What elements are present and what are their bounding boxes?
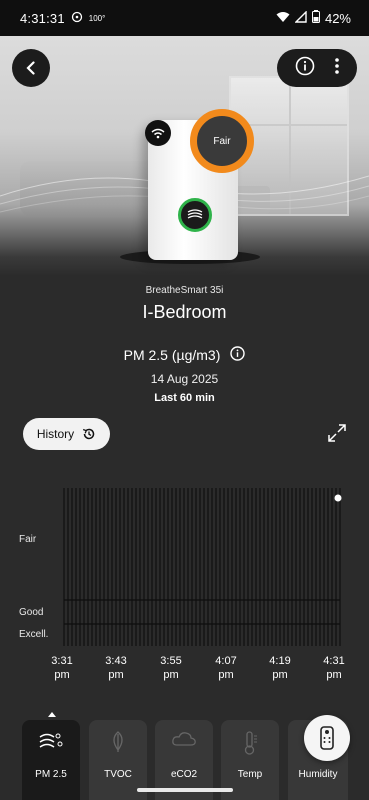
x-tick-label: 3:43 pm — [105, 655, 127, 681]
room-name: I-Bedroom — [142, 302, 227, 322]
expand-chart-button[interactable] — [325, 421, 349, 445]
y-level-fair: Fair — [19, 534, 37, 545]
fan-icon — [187, 209, 203, 219]
history-icon — [83, 428, 95, 440]
chart-plot — [63, 488, 342, 646]
expand-icon — [328, 424, 346, 442]
wifi-icon — [151, 128, 165, 138]
pm-icon — [39, 733, 63, 748]
info-button[interactable] — [295, 56, 315, 81]
remote-icon — [320, 726, 334, 750]
header-actions — [277, 49, 357, 87]
leaf-icon — [113, 731, 123, 752]
metric-date: 14 Aug 2025 — [150, 372, 219, 386]
status-time: 4:31:31 — [20, 10, 65, 26]
tab-pm25[interactable]: PM 2.5 — [22, 720, 80, 800]
more-options-button[interactable] — [334, 57, 340, 80]
signal-icon — [294, 9, 307, 26]
history-label: History — [36, 427, 75, 441]
x-tick-label: 4:31 pm — [323, 655, 345, 681]
x-tick-label: 4:19 pm — [269, 655, 291, 681]
tab-label: Humidity — [298, 769, 338, 780]
more-vert-icon — [334, 57, 339, 74]
purifier-fan-ring — [178, 198, 212, 232]
thermometer-icon — [244, 731, 257, 755]
tab-label: PM 2.5 — [35, 769, 67, 780]
metric-label: PM 2.5 (µg/m3) — [123, 347, 221, 363]
tab-label: eCO2 — [170, 769, 198, 780]
tab-label: Temp — [237, 769, 263, 780]
gesture-navigation-bar[interactable] — [137, 788, 233, 792]
x-tick-label: 4:07 pm — [215, 655, 237, 681]
device-model: BreatheSmart 35i — [145, 285, 224, 296]
history-button[interactable]: History — [23, 418, 110, 450]
info-icon — [295, 56, 314, 75]
y-level-excellent: Excell. — [19, 629, 49, 640]
air-quality-badge: Fair — [190, 109, 254, 173]
x-tick-label: 3:31 pm — [51, 655, 73, 681]
info-icon — [230, 346, 246, 361]
active-tab-indicator — [48, 712, 56, 717]
status-bar: 4:31:31 100° 42% — [0, 0, 369, 36]
battery-icon — [311, 10, 320, 26]
status-aux-text: 100° — [88, 13, 106, 23]
battery-percent: 42% — [324, 10, 351, 26]
cloud-icon — [172, 732, 196, 746]
latest-data-point[interactable] — [334, 494, 342, 502]
wifi-icon — [276, 11, 290, 26]
x-tick-label: 3:55 pm — [160, 655, 182, 681]
tab-label: TVOC — [104, 769, 132, 780]
metric-header: PM 2.5 (µg/m3) — [0, 346, 369, 364]
metric-info-button[interactable] — [230, 346, 246, 364]
remote-control-button[interactable] — [304, 715, 350, 761]
pm25-chart: Fair Good Excell. 3:31 pm 3:43 pm 3:55 pm 4:07… — [0, 480, 369, 690]
sync-icon — [71, 11, 83, 26]
device-wifi-badge — [145, 120, 171, 146]
back-button[interactable] — [12, 49, 50, 87]
metric-range: Last 60 min — [154, 392, 215, 404]
chevron-left-icon — [26, 61, 35, 75]
y-level-good: Good — [19, 607, 44, 618]
